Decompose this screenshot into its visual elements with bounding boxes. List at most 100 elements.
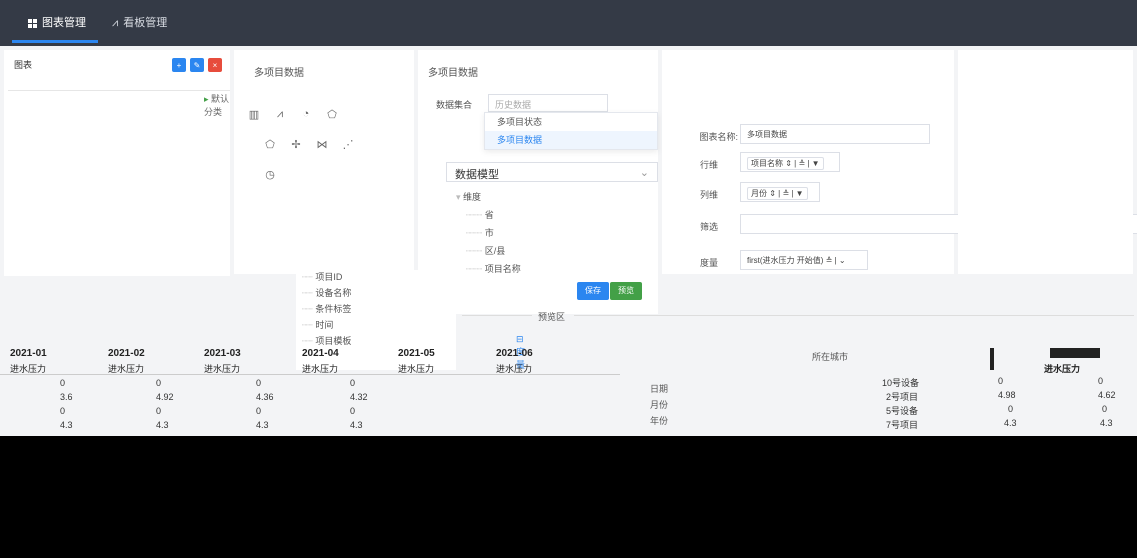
field-item[interactable]: ┈┈ 时间 <box>302 318 333 331</box>
tree-toolbar: + ✎ × <box>172 58 222 72</box>
tree-item[interactable]: ┈┈┈ 省 <box>466 208 494 221</box>
filter-label: 筛选 <box>699 222 718 232</box>
column-header: 2021-03 <box>204 348 241 359</box>
field-item[interactable]: ┈┈ 项目模板 <box>302 334 351 347</box>
field-item-label: 条件标签 <box>315 304 352 314</box>
gauge-icon[interactable]: ◷ <box>262 168 278 181</box>
chart-name-label: 图表名称: <box>699 132 738 142</box>
tree-item-label: 区/县 <box>484 246 506 256</box>
scatter-chart-icon[interactable]: ✢ <box>288 138 304 151</box>
form-title: 多项目数据 <box>428 68 478 79</box>
table-cell: 4.3 <box>60 420 73 430</box>
table-cell: 4.32 <box>350 392 368 402</box>
active-tab-indicator <box>12 40 98 43</box>
chart-name-value: 多项目数据 <box>747 130 787 139</box>
main-area: 图表 + ✎ × ▸ 默认分类 多项目数据 ▥ ⩘ ◔ ⬠ ⬠ ✢ ⋈ ⋰ ◷ <box>0 46 1137 436</box>
dropdown-option-selected[interactable]: 多项目数据 <box>485 131 657 149</box>
divider <box>574 315 1134 316</box>
dimension-item[interactable]: 年份 <box>650 414 668 427</box>
city-header: 所在城市 <box>812 352 849 362</box>
tree-folder-default[interactable]: ▸ 默认分类 <box>204 92 230 118</box>
tree-item[interactable]: ┈┈┈ 项目名称 <box>466 262 521 275</box>
dataset-select-value: 历史数据 <box>495 100 532 110</box>
table-cell: 0 <box>60 406 66 416</box>
tree-item-label: 省 <box>484 210 494 220</box>
chart-type-row-2: ⬠ ✢ ⋈ ⋰ <box>262 138 356 151</box>
folder-icon: ▸ <box>204 94 209 104</box>
row-name: 5号设备 <box>886 406 919 416</box>
dropdown-option[interactable]: 多项目状态 <box>485 113 657 131</box>
field-item-label: 设备名称 <box>315 288 352 298</box>
tab-dashboard-management[interactable]: ⩘ 看板管理 <box>112 0 167 46</box>
table-cell: 4.36 <box>256 392 274 402</box>
line-chart-icon[interactable]: ⩘ <box>272 108 288 121</box>
tree-root-dimension[interactable]: ▾ 维度 <box>456 190 481 203</box>
delete-button[interactable]: × <box>208 58 222 72</box>
column-marker <box>1050 348 1100 358</box>
table-cell: 3.6 <box>60 392 73 402</box>
measure-value: first(进水压力 开始值) <box>747 256 824 265</box>
side-panel <box>958 50 1133 274</box>
tree-item[interactable]: ┈┈┈ 市 <box>466 226 494 239</box>
add-folder-button[interactable]: + <box>172 58 186 72</box>
row-value: 0 <box>1098 376 1104 386</box>
pie-chart-icon[interactable]: ◔ <box>298 108 314 121</box>
bar-chart-icon[interactable]: ▥ <box>246 108 262 121</box>
divider <box>462 315 532 316</box>
tree-chart-icon[interactable]: ⋰ <box>340 138 356 151</box>
chart-type-panel: 多项目数据 ▥ ⩘ ◔ ⬠ ⬠ ✢ ⋈ ⋰ ◷ <box>234 50 414 274</box>
table-cell: 0 <box>350 406 356 416</box>
row-dimension-label: 行维 <box>699 160 718 170</box>
field-item-label: 项目模板 <box>315 336 352 346</box>
chart-name-input[interactable]: 多项目数据 <box>740 124 930 144</box>
col-dimension-pill[interactable]: 月份 ⇕ | ≙ | ▼ <box>747 187 808 200</box>
table-cell: 0 <box>156 406 162 416</box>
divider <box>8 90 230 91</box>
table-cell: 4.3 <box>256 420 269 430</box>
row-dimension-pill[interactable]: 项目名称 ⇕ | ≙ | ▼ <box>747 157 824 170</box>
dimension-item[interactable]: 日期 <box>650 382 668 395</box>
row-name: 10号设备 <box>882 378 920 388</box>
table-cell: 0 <box>256 406 262 416</box>
dimension-item[interactable]: 月份 <box>650 398 668 411</box>
row-dimension-box[interactable]: 项目名称 ⇕ | ≙ | ▼ <box>740 152 840 172</box>
chevron-down-icon: ⌄ <box>639 167 649 179</box>
row-value: 0 <box>998 376 1004 386</box>
row-name: 7号项目 <box>886 420 919 430</box>
table-divider <box>0 374 620 375</box>
chart-type-row-3: ◷ <box>262 168 278 181</box>
funnel-chart-icon[interactable]: ⋈ <box>314 138 330 151</box>
field-item-label: 时间 <box>315 320 334 330</box>
col-dimension-value: 月份 <box>751 189 767 198</box>
chart-config-panel: 图表名称: 多项目数据 行维 项目名称 ⇕ | ≙ | ▼ 列维 月份 ⇕ | … <box>662 50 1137 274</box>
edit-button[interactable]: ✎ <box>190 58 204 72</box>
measure-label: 度量 <box>699 258 718 268</box>
row-value: 4.98 <box>998 390 1016 400</box>
field-item[interactable]: ┈┈ 条件标签 <box>302 302 351 315</box>
measure-box[interactable]: first(进水压力 开始值) ≙ | ⌄ <box>740 250 868 270</box>
row-value: 0 <box>1102 404 1108 414</box>
table-cell: 0 <box>350 378 356 388</box>
dataset-dropdown: 多项目状态 多项目数据 <box>484 112 658 150</box>
row-dimension-value: 项目名称 <box>751 159 783 168</box>
row-value: 0 <box>1008 404 1014 414</box>
col-dimension-box[interactable]: 月份 ⇕ | ≙ | ▼ <box>740 182 820 202</box>
data-model-select[interactable]: 数据模型 ⌄ <box>446 162 658 182</box>
radar-chart-icon[interactable]: ⬠ <box>324 108 340 121</box>
radar-chart-icon[interactable]: ⬠ <box>262 138 278 151</box>
field-item[interactable]: ┈┈ 设备名称 <box>302 286 351 299</box>
save-button[interactable]: 保存 <box>577 282 609 300</box>
column-header: 2021-06 <box>496 348 533 359</box>
chart-type-row-1: ▥ ⩘ ◔ ⬠ <box>246 108 340 121</box>
tree-item[interactable]: ┈┈┈ 区/县 <box>466 244 505 257</box>
preview-button[interactable]: 预览 <box>610 282 642 300</box>
column-header: 2021-02 <box>108 348 145 359</box>
row-value: 4.62 <box>1098 390 1116 400</box>
chart-tree-header: 图表 <box>14 60 33 70</box>
row-value: 4.3 <box>1004 418 1017 428</box>
table-cell: 4.3 <box>350 420 363 430</box>
field-item[interactable]: ┈┈ 项目ID <box>302 270 342 283</box>
dataset-select[interactable]: 历史数据 <box>488 94 608 112</box>
preview-area-label: 预览区 <box>538 312 566 322</box>
table-cell: 0 <box>60 378 66 388</box>
